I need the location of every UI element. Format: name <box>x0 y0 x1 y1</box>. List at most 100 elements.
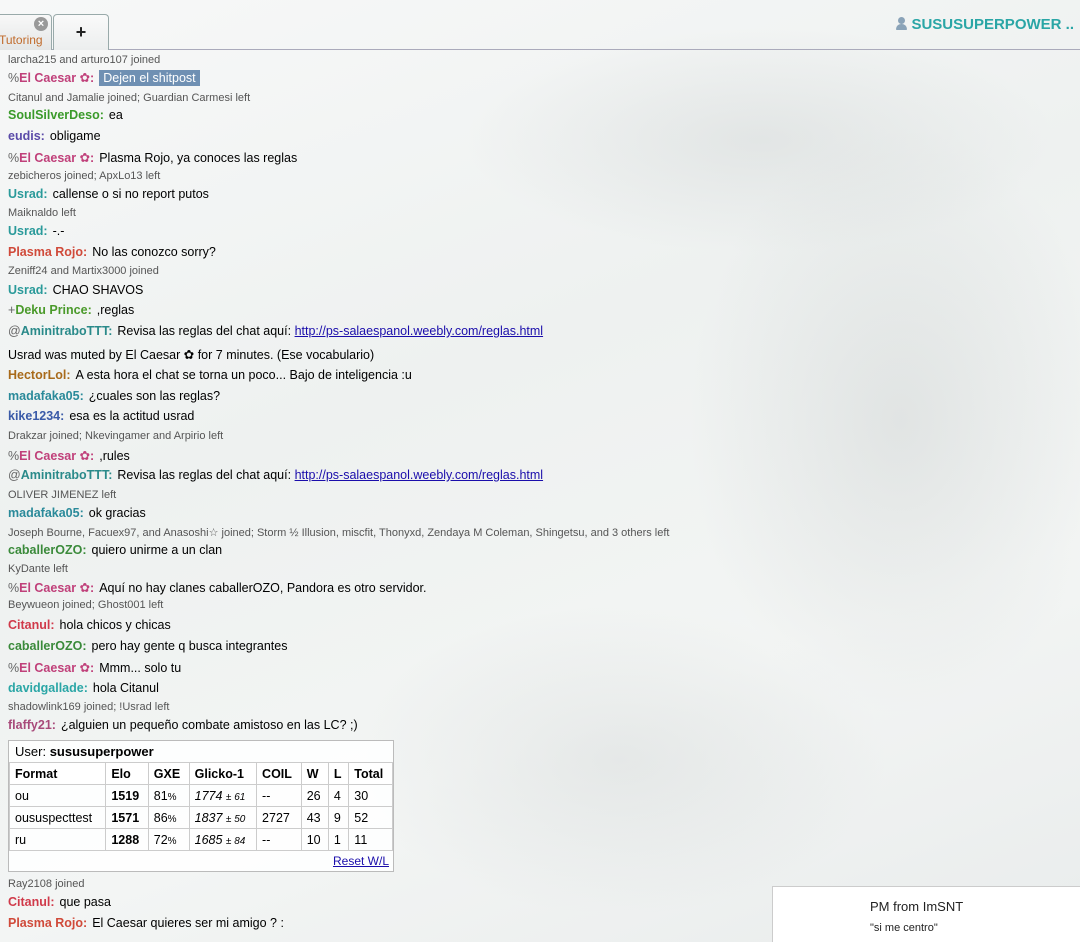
chat-link[interactable]: http://ps-salaespanol.weebly.com/reglas.… <box>295 324 544 338</box>
chat-username[interactable]: flaffy21: <box>8 718 56 732</box>
chat-message: @AminitraboTTT: Revisa las reglas del cha… <box>8 324 543 338</box>
chat-text: pero hay gente q busca integrantes <box>91 639 288 653</box>
add-tab-button[interactable]: + <box>53 14 109 50</box>
user-group-symbol: % <box>8 581 20 595</box>
pm-notification[interactable]: PM from ImSNT "si me centro" <box>772 886 1080 942</box>
chat-text: ,reglas <box>96 303 135 317</box>
chat-message: caballerOZO: quiero unirme a un clan <box>8 543 222 557</box>
chat-username[interactable]: @AminitraboTTT: <box>8 468 112 482</box>
chat-text: No las conozco sorry? <box>92 245 216 259</box>
chat-username[interactable]: Usrad: <box>8 187 48 201</box>
chat-username[interactable]: +Deku Prince: <box>8 303 92 317</box>
chat-text: Plasma Rojo, ya conoces las reglas <box>99 151 298 165</box>
chat-text: ,rules <box>99 449 130 463</box>
chat-username[interactable]: Citanul: <box>8 618 55 632</box>
chat-message: Usrad: CHAO SHAVOS <box>8 283 143 297</box>
chat-username[interactable]: Usrad: <box>8 224 48 238</box>
chat-username[interactable]: madafaka05: <box>8 389 84 403</box>
user-icon <box>896 17 908 30</box>
chat-text: Revisa las reglas del chat aquí: <box>117 324 295 338</box>
chat-text: que pasa <box>59 895 111 909</box>
user-menu-button[interactable]: SUSUSUPERPOWER .. <box>896 16 1074 33</box>
chat-message: %El Caesar ✿: Plasma Rojo, ya conoces las… <box>8 150 297 165</box>
chat-message: Citanul: que pasa <box>8 895 111 909</box>
chat-notice: zebicheros joined; ApxLo13 left <box>8 170 161 182</box>
chat-message: Citanul: hola chicos y chicas <box>8 618 171 632</box>
chat-username[interactable]: %El Caesar ✿: <box>8 71 94 85</box>
chat-username[interactable]: SoulSilverDeso: <box>8 108 104 122</box>
chat-text: ok gracias <box>88 506 146 520</box>
chat-username[interactable]: @AminitraboTTT: <box>8 324 112 338</box>
user-group-symbol: @ <box>8 468 21 482</box>
chat-message: Usrad: -.- <box>8 224 64 238</box>
chat-username[interactable]: Citanul: <box>8 895 55 909</box>
chat-notice: KyDante left <box>8 563 68 575</box>
chat-username[interactable]: davidgallade: <box>8 681 88 695</box>
chat-text: -.- <box>52 224 65 238</box>
chat-notice: Citanul and Jamalie joined; Guardian Car… <box>8 92 251 104</box>
chat-message: Plasma Rojo: No las conozco sorry? <box>8 245 216 259</box>
chat-notice: Beywueon joined; Ghost001 left <box>8 599 164 611</box>
chat-username[interactable]: Usrad: <box>8 283 48 297</box>
chat-username[interactable]: %El Caesar ✿: <box>8 151 94 165</box>
plus-icon: + <box>75 22 87 42</box>
chat-text: ea <box>108 108 123 122</box>
chat-text: A esta hora el chat se torna un poco... … <box>75 368 412 382</box>
chat-message: Plasma Rojo: El Caesar quieres ser mi ami… <box>8 916 284 930</box>
chat-message: @AminitraboTTT: Revisa las reglas del cha… <box>8 468 543 482</box>
chat-notice: Drakzar joined; Nkevingamer and Arpirio … <box>8 430 224 442</box>
chat-message: Usrad: callense o si no report putos <box>8 187 209 201</box>
chat-text: callense o si no report putos <box>52 187 209 201</box>
user-group-symbol: @ <box>8 324 21 338</box>
chat-text: quiero unirme a un clan <box>91 543 223 557</box>
chat-message: davidgallade: hola Citanul <box>8 681 159 695</box>
chat-message: flaffy21: ¿alguien un pequeño combate ami… <box>8 718 358 732</box>
chat-notice: Ray2108 joined <box>8 878 85 890</box>
chat-text: hola chicos y chicas <box>59 618 171 632</box>
chat-username[interactable]: madafaka05: <box>8 506 84 520</box>
chat-message: caballerOZO: pero hay gente q busca integ… <box>8 639 287 653</box>
chat-username[interactable]: caballerOZO: <box>8 639 87 653</box>
chat-log[interactable]: larcha215 and arturo107 joined %El Caesar… <box>0 50 1080 942</box>
chat-message: eudis: obligame <box>8 129 101 143</box>
chat-text: El Caesar quieres ser mi amigo ? : <box>92 916 284 930</box>
user-group-symbol: % <box>8 71 20 85</box>
chat-text: hola Citanul <box>92 681 159 695</box>
tab-tutoring[interactable]: × Tutoring <box>0 14 52 50</box>
chat-text: Revisa las reglas del chat aquí: <box>117 468 295 482</box>
chat-message: kike1234: esa es la actitud usrad <box>8 409 194 423</box>
chat-text: ¿alguien un pequeño combate amistoso en … <box>60 718 358 732</box>
user-group-symbol: % <box>8 151 20 165</box>
chat-message: %El Caesar ✿: Mmm... solo tu <box>8 660 181 675</box>
chat-username[interactable]: %El Caesar ✿: <box>8 449 94 463</box>
chat-message: %El Caesar ✿: Aquí no hay clanes caballer… <box>8 580 426 595</box>
chat-username[interactable]: HectorLol: <box>8 368 71 382</box>
chat-text: esa es la actitud usrad <box>69 409 195 423</box>
chat-notice: OLIVER JIMENEZ left <box>8 489 117 501</box>
chat-username[interactable]: kike1234: <box>8 409 64 423</box>
chat-status-line: Usrad was muted by El Caesar ✿ for 7 min… <box>8 348 375 362</box>
username: SUSUSUPERPOWER <box>911 16 1062 33</box>
chat-message: +Deku Prince: ,reglas <box>8 303 134 317</box>
chat-text: obligame <box>49 129 101 143</box>
chat-notice: larcha215 and arturo107 joined <box>8 54 161 66</box>
highlighted-text: Dejen el shitpost <box>99 70 200 86</box>
chat-username[interactable]: eudis: <box>8 129 45 143</box>
chat-username[interactable]: %El Caesar ✿: <box>8 661 94 675</box>
chat-username[interactable]: caballerOZO: <box>8 543 87 557</box>
chat-text: CHAO SHAVOS <box>52 283 144 297</box>
chat-link[interactable]: http://ps-salaespanol.weebly.com/reglas.… <box>295 468 544 482</box>
pm-title: PM from ImSNT <box>870 899 964 914</box>
chat-message: madafaka05: ¿cuales son las reglas? <box>8 389 220 403</box>
chat-notice: Zeniff24 and Martix3000 joined <box>8 265 159 277</box>
chat-username[interactable]: %El Caesar ✿: <box>8 581 94 595</box>
chat-message: %El Caesar ✿: ,rules <box>8 448 130 463</box>
pm-body: "si me centro" <box>870 922 938 934</box>
chat-message: SoulSilverDeso: ea <box>8 108 123 122</box>
user-group-symbol: % <box>8 661 20 675</box>
chat-text: Aquí no hay clanes caballerOZO, Pandora … <box>99 581 427 595</box>
chat-message: %El Caesar ✿: Dejen el shitpost <box>8 70 200 86</box>
chat-username[interactable]: Plasma Rojo: <box>8 245 87 259</box>
chat-username[interactable]: Plasma Rojo: <box>8 916 87 930</box>
close-icon[interactable]: × <box>34 17 48 31</box>
